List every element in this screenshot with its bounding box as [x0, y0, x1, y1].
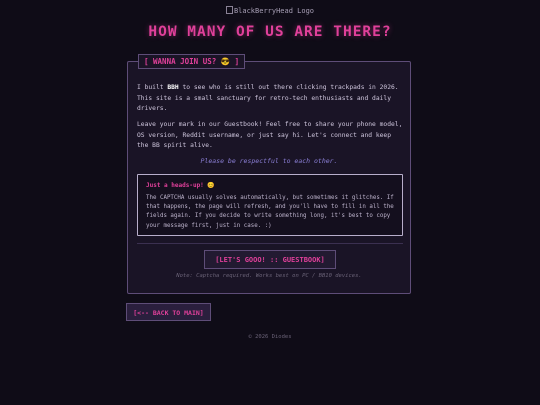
warning-title: Just a heads-up! 😊 — [146, 182, 215, 189]
intro-paragraph: I built BBH to see who is still out ther… — [137, 83, 405, 115]
respect-note: Please be respectful to each other. — [200, 157, 338, 165]
page: BlackBerryHead Logo HOW MANY OF US ARE T… — [0, 0, 540, 405]
captcha-warning-box: Just a heads-up! 😊 The CAPTCHA usually s… — [137, 174, 403, 236]
divider — [137, 243, 403, 244]
footer-copyright: © 2026 Diodes — [248, 334, 292, 340]
guestbook-button[interactable]: [LET'S GOOO! :: GUESTBOOK] — [204, 250, 336, 269]
join-card: [ WANNA JOIN US? 😎 ] I built BBH to see … — [127, 54, 411, 294]
logo-image-placeholder: BlackBerryHead Logo — [225, 6, 315, 15]
back-to-main-button[interactable]: [<-- BACK TO MAIN] — [126, 303, 211, 321]
site-logo[interactable]: BlackBerryHead Logo — [0, 6, 540, 15]
guestbook-paragraph: Leave your mark in our Guestbook! Feel f… — [137, 121, 403, 150]
card-legend: [ WANNA JOIN US? 😎 ] — [138, 54, 246, 69]
warning-text: The CAPTCHA usually solves automatically… — [146, 195, 394, 229]
captcha-note: Note: Captcha required. Works best on PC… — [176, 273, 362, 279]
logo-alt-text: BlackBerryHead Logo — [233, 7, 315, 15]
brand-name: BBH — [167, 84, 179, 91]
broken-image-icon — [225, 6, 233, 14]
page-title: HOW MANY OF US ARE THERE? — [148, 24, 392, 40]
intro-prefix: I built — [137, 84, 168, 91]
